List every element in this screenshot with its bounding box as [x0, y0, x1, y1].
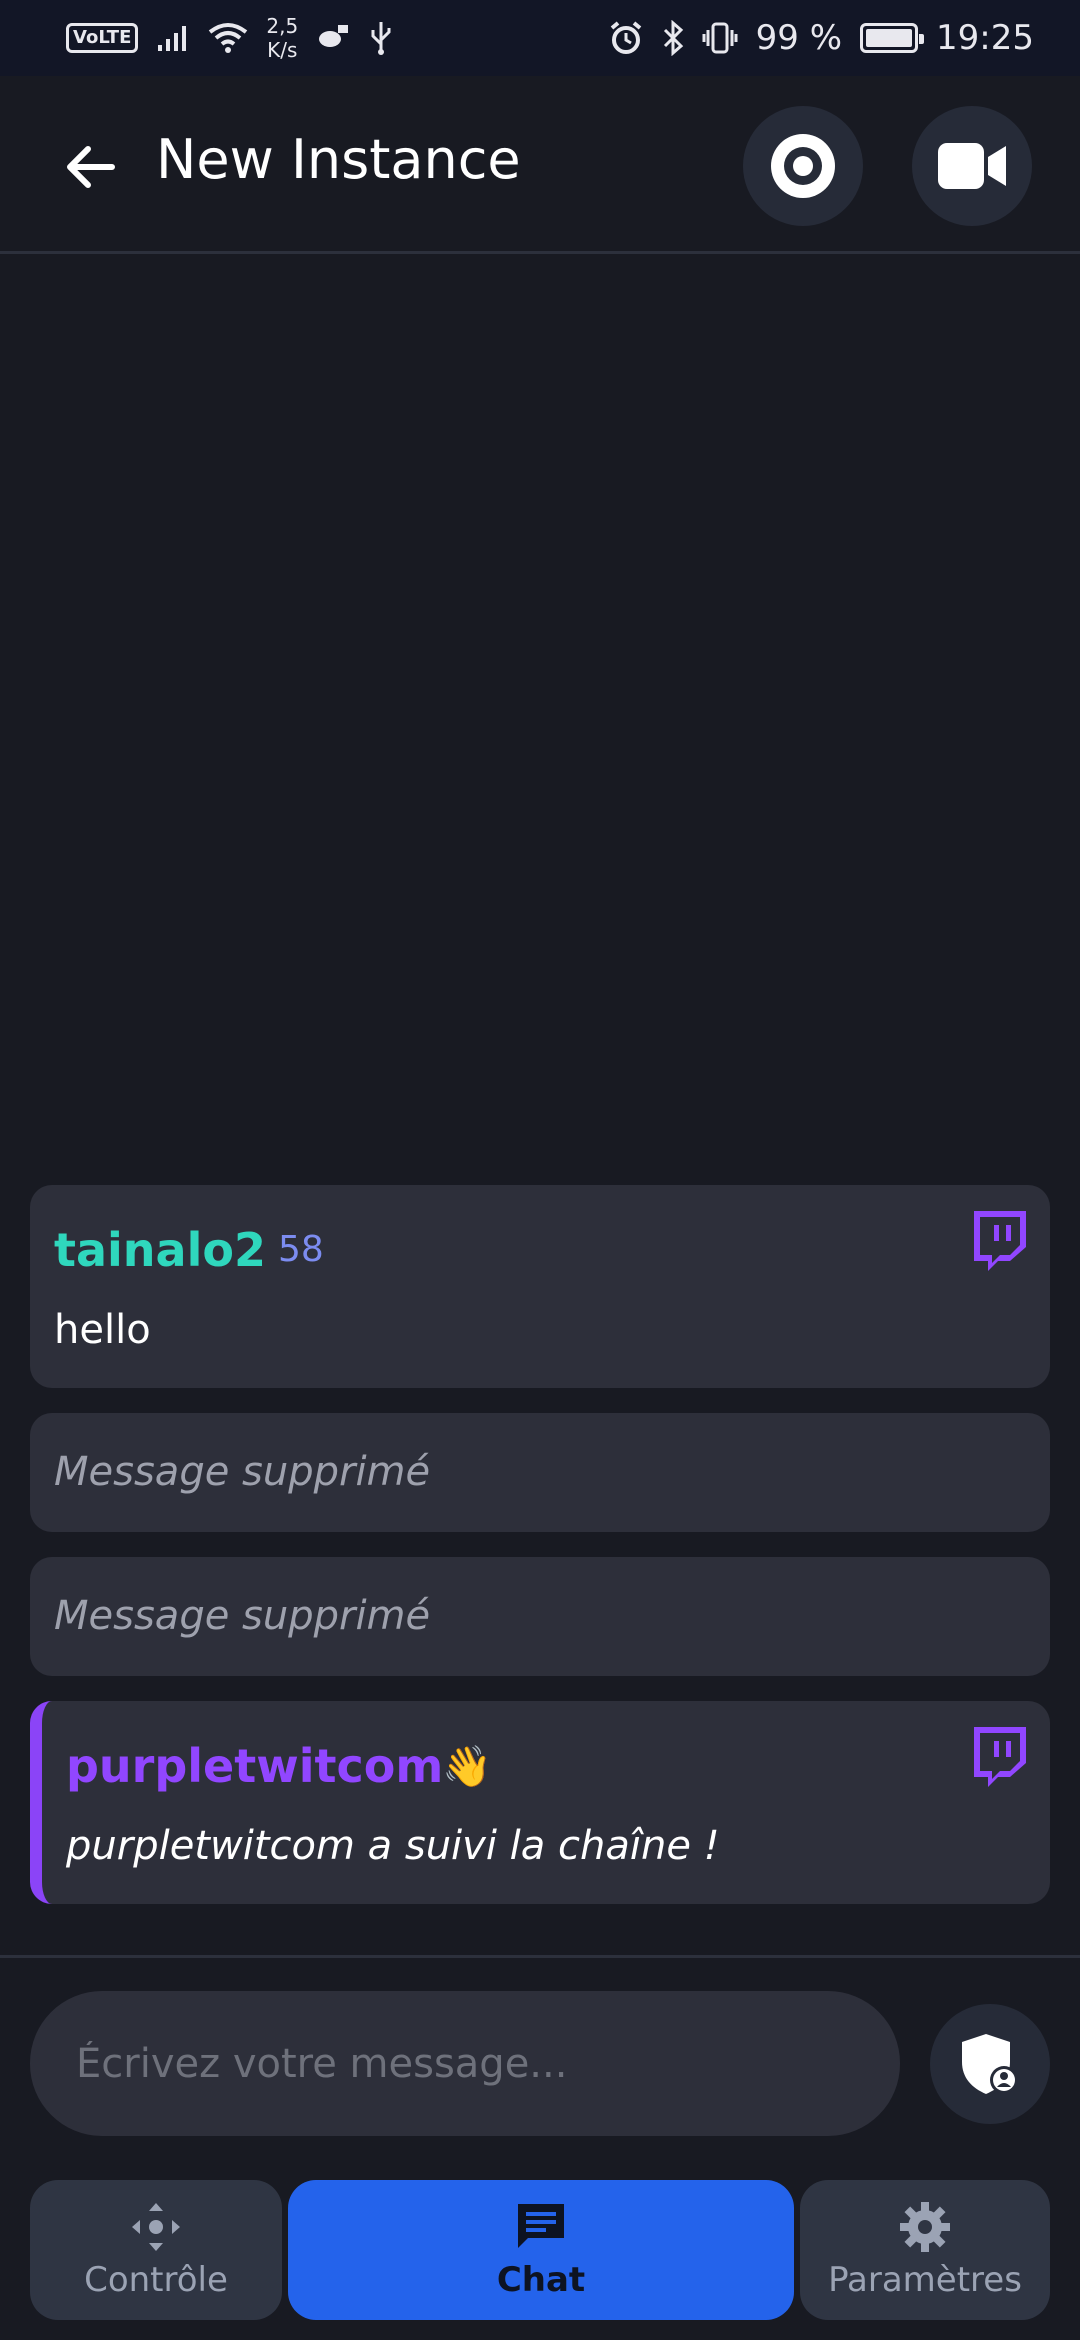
video-camera-icon — [938, 143, 1006, 189]
message-username[interactable]: tainalo2 — [54, 1223, 266, 1277]
nav-control-label: Contrôle — [84, 2260, 228, 2300]
signal-icon — [158, 26, 187, 51]
chat-message-deleted[interactable]: Message supprimé — [30, 1557, 1050, 1676]
record-button[interactable] — [743, 106, 863, 226]
battery-percent: 99 % — [755, 18, 843, 58]
nav-settings-label: Paramètres — [828, 2260, 1022, 2300]
net-speed-value: 2,5 — [266, 14, 299, 38]
record-icon — [771, 134, 835, 198]
volte-badge: VoLTE — [66, 23, 139, 53]
status-bar: VoLTE 2,5 K/s 99 % 19:25 — [0, 0, 1080, 76]
twitch-icon — [974, 1727, 1026, 1787]
message-input[interactable] — [30, 1991, 900, 2136]
camera-button[interactable] — [912, 106, 1032, 226]
clock: 19:25 — [936, 18, 1034, 58]
nav-chat-label: Chat — [496, 2260, 586, 2300]
alarm-icon — [610, 21, 641, 54]
message-badge: 58 — [278, 1229, 324, 1270]
status-right: 99 % 19:25 — [608, 18, 1034, 58]
network-speed: 2,5 K/s — [266, 14, 298, 62]
chat-bubble-icon — [518, 2204, 564, 2248]
app-header: New Instance — [0, 76, 1080, 254]
status-left: VoLTE 2,5 K/s — [66, 14, 394, 62]
net-speed-unit: K/s — [267, 38, 298, 62]
divider — [0, 1955, 1080, 1958]
moderation-button[interactable] — [930, 2004, 1050, 2124]
screen: VoLTE 2,5 K/s 99 % 19:25 New Instance ta… — [0, 0, 1080, 2340]
chat-follow-event[interactable]: purpletwitcom 👋 purpletwitcom a suivi la… — [30, 1701, 1050, 1904]
wave-emoji: 👋 — [442, 1744, 492, 1790]
usb-icon — [371, 22, 391, 55]
vibrate-icon — [702, 22, 738, 54]
message-text: hello — [54, 1307, 151, 1353]
page-title: New Instance — [156, 128, 521, 191]
control-pad-icon — [132, 2203, 180, 2251]
battery-charging-icon — [860, 23, 925, 53]
wifi-icon — [209, 23, 248, 53]
bluetooth-icon — [663, 20, 683, 56]
deleted-message-text: Message supprimé — [54, 1593, 431, 1639]
shield-user-icon — [962, 2034, 1018, 2094]
back-button[interactable] — [55, 132, 125, 202]
message-username[interactable]: purpletwitcom — [66, 1739, 443, 1793]
nav-chat[interactable]: Chat — [288, 2180, 794, 2320]
nav-settings[interactable]: Paramètres — [800, 2180, 1050, 2320]
app-notification-icon — [319, 25, 349, 47]
twitch-icon — [974, 1211, 1026, 1271]
chat-message-deleted[interactable]: Message supprimé — [30, 1413, 1050, 1532]
message-text: purpletwitcom a suivi la chaîne ! — [66, 1823, 720, 1869]
chat-message[interactable]: tainalo2 58 hello — [30, 1185, 1050, 1388]
gear-icon — [900, 2202, 950, 2252]
deleted-message-text: Message supprimé — [54, 1449, 431, 1495]
arrow-left-icon — [67, 146, 115, 188]
nav-control[interactable]: Contrôle — [30, 2180, 282, 2320]
